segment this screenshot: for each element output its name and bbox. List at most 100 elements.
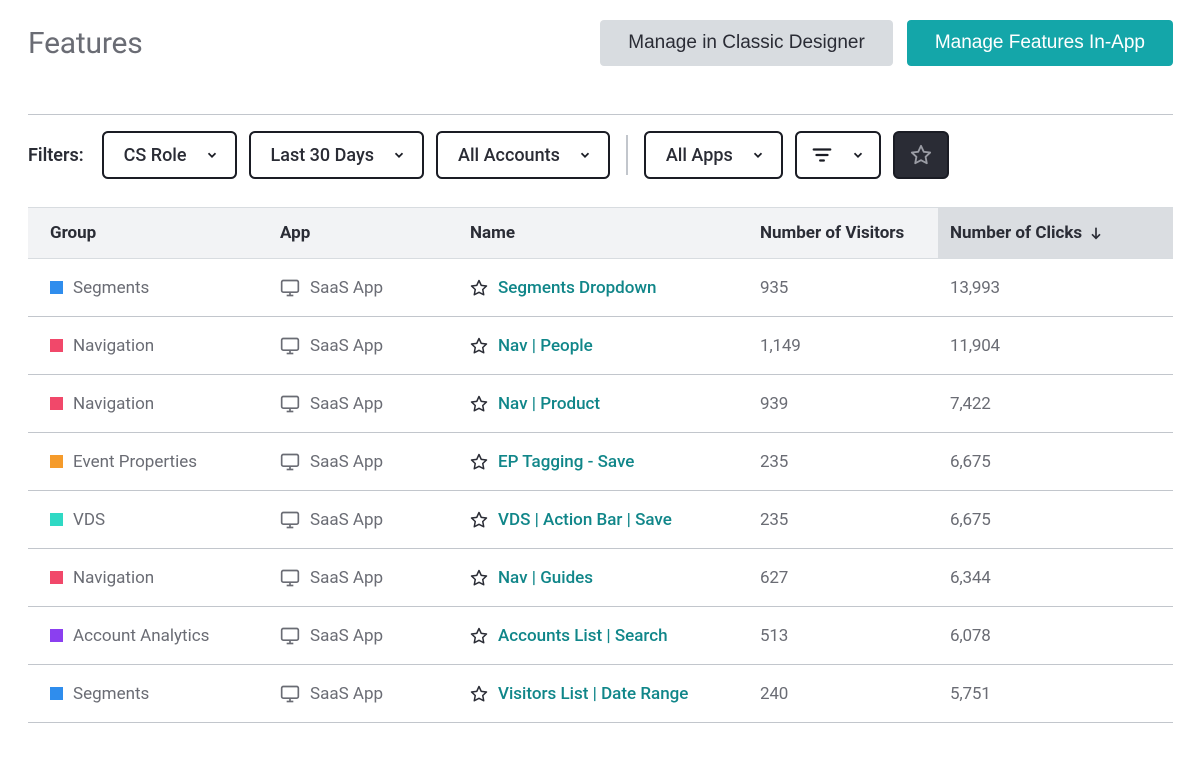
cell-visitors: 935: [748, 278, 938, 298]
cell-clicks: 6,078: [938, 626, 1173, 646]
favorite-star-icon[interactable]: [470, 395, 488, 413]
page-title: Features: [28, 26, 143, 61]
cell-clicks: 13,993: [938, 278, 1173, 298]
cell-app: SaaS App: [268, 510, 458, 530]
cell-group: Event Properties: [28, 452, 268, 472]
cell-app: SaaS App: [268, 278, 458, 298]
filter-icon: [811, 144, 833, 166]
group-name: Navigation: [73, 336, 154, 356]
filter-date[interactable]: Last 30 Days: [249, 131, 425, 179]
feature-link[interactable]: Nav | People: [498, 336, 593, 356]
cell-app: SaaS App: [268, 394, 458, 414]
cell-group: Navigation: [28, 336, 268, 356]
monitor-icon: [280, 452, 300, 472]
cell-name: EP Tagging - Save: [458, 452, 748, 472]
cell-clicks: 7,422: [938, 394, 1173, 414]
cell-visitors: 513: [748, 626, 938, 646]
header-buttons: Manage in Classic Designer Manage Featur…: [600, 20, 1173, 66]
favorite-star-icon[interactable]: [470, 685, 488, 703]
cell-group: Segments: [28, 684, 268, 704]
app-name: SaaS App: [310, 626, 383, 646]
cell-app: SaaS App: [268, 452, 458, 472]
cell-app: SaaS App: [268, 626, 458, 646]
table-row: Segments SaaS App Segments Dropdown 93513,9…: [28, 259, 1173, 317]
favorite-star-icon[interactable]: [470, 627, 488, 645]
cell-name: Nav | Guides: [458, 568, 748, 588]
chevron-down-icon: [205, 148, 219, 162]
app-name: SaaS App: [310, 394, 383, 414]
table-row: Account AnalyticsSaaS AppAccounts List |…: [28, 607, 1173, 665]
table-row: Navigation SaaS App Nav | Guides 6276,344: [28, 549, 1173, 607]
chevron-down-icon: [392, 148, 406, 162]
favorite-star-icon[interactable]: [470, 511, 488, 529]
group-name: Event Properties: [73, 452, 197, 472]
group-color-swatch: [50, 513, 63, 526]
cell-name: Nav | Product: [458, 394, 748, 414]
feature-link[interactable]: Nav | Guides: [498, 568, 593, 588]
table-row: VDSSaaS AppVDS | Action Bar | Save2356,6…: [28, 491, 1173, 549]
cell-name: Visitors List | Date Range: [458, 684, 748, 704]
feature-link[interactable]: Nav | Product: [498, 394, 600, 414]
filter-apps[interactable]: All Apps: [644, 131, 783, 179]
cell-clicks: 6,344: [938, 568, 1173, 588]
cell-clicks: 11,904: [938, 336, 1173, 356]
cell-group: Segments: [28, 278, 268, 298]
chevron-down-icon: [751, 148, 765, 162]
filter-columns[interactable]: [795, 131, 881, 179]
star-icon: [910, 144, 932, 166]
group-color-swatch: [50, 687, 63, 700]
group-color-swatch: [50, 281, 63, 294]
group-name: VDS: [73, 510, 105, 530]
divider: [28, 114, 1173, 115]
sort-desc-icon: [1088, 225, 1104, 241]
col-clicks[interactable]: Number of Clicks: [938, 208, 1173, 258]
separator: [626, 135, 628, 175]
col-clicks-label: Number of Clicks: [950, 223, 1082, 243]
group-name: Segments: [73, 278, 149, 298]
favorite-star-icon[interactable]: [470, 569, 488, 587]
feature-link[interactable]: Accounts List | Search: [498, 626, 668, 646]
manage-in-app-button[interactable]: Manage Features In-App: [907, 20, 1173, 66]
favorite-star-icon[interactable]: [470, 337, 488, 355]
filter-role[interactable]: CS Role: [102, 131, 237, 179]
monitor-icon: [280, 336, 300, 356]
group-name: Navigation: [73, 568, 154, 588]
cell-visitors: 627: [748, 568, 938, 588]
chevron-down-icon: [851, 148, 865, 162]
feature-link[interactable]: Visitors List | Date Range: [498, 684, 688, 704]
table-row: Navigation SaaS App Nav | People 1,14911,90…: [28, 317, 1173, 375]
favorites-toggle[interactable]: [893, 131, 949, 179]
table-body: Segments SaaS App Segments Dropdown 93513,9…: [28, 259, 1173, 723]
cell-visitors: 235: [748, 452, 938, 472]
feature-link[interactable]: VDS | Action Bar | Save: [498, 510, 672, 530]
chevron-down-icon: [578, 148, 592, 162]
cell-name: Segments Dropdown: [458, 278, 748, 298]
app-name: SaaS App: [310, 568, 383, 588]
cell-visitors: 1,149: [748, 336, 938, 356]
manage-classic-button[interactable]: Manage in Classic Designer: [600, 20, 893, 66]
favorite-star-icon[interactable]: [470, 279, 488, 297]
favorite-star-icon[interactable]: [470, 453, 488, 471]
col-visitors[interactable]: Number of Visitors: [748, 223, 938, 243]
cell-app: SaaS App: [268, 336, 458, 356]
group-color-swatch: [50, 397, 63, 410]
feature-link[interactable]: EP Tagging - Save: [498, 452, 634, 472]
filter-date-label: Last 30 Days: [271, 145, 375, 166]
cell-visitors: 235: [748, 510, 938, 530]
cell-name: Accounts List | Search: [458, 626, 748, 646]
cell-app: SaaS App: [268, 568, 458, 588]
filter-accounts[interactable]: All Accounts: [436, 131, 610, 179]
app-name: SaaS App: [310, 452, 383, 472]
col-name[interactable]: Name: [458, 223, 748, 243]
feature-link[interactable]: Segments Dropdown: [498, 278, 656, 298]
group-color-swatch: [50, 455, 63, 468]
monitor-icon: [280, 510, 300, 530]
col-group[interactable]: Group: [28, 223, 268, 243]
cell-name: VDS | Action Bar | Save: [458, 510, 748, 530]
col-app[interactable]: App: [268, 223, 458, 243]
features-table: Group App Name Number of Visitors Number…: [28, 207, 1173, 723]
monitor-icon: [280, 684, 300, 704]
cell-group: VDS: [28, 510, 268, 530]
group-color-swatch: [50, 571, 63, 584]
filters-row: Filters: CS Role Last 30 Days All Accoun…: [28, 131, 1173, 179]
